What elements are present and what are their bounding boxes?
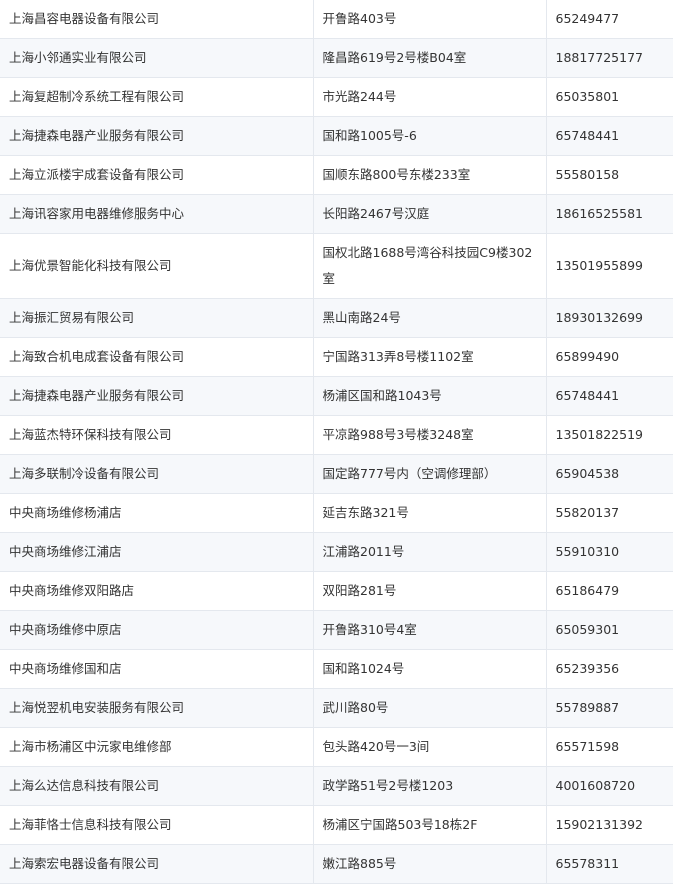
table-row: 中央商场维修杨浦店 延吉东路321号 55820137 <box>0 493 673 533</box>
address-cell: 市光路244号 <box>312 77 547 117</box>
company-name-cell: 中央商场维修国和店 <box>0 649 314 689</box>
company-name-cell: 中央商场维修中原店 <box>0 610 314 650</box>
company-name-cell: 上海蓝杰特环保科技有限公司 <box>0 415 314 455</box>
company-name-cell: 中央商场维修杨浦店 <box>0 493 314 533</box>
company-name-cell: 上海多联制冷设备有限公司 <box>0 454 314 494</box>
address-cell: 国顺东路800号东楼233室 <box>312 155 547 195</box>
table-row: 上海市杨浦区中沅家电维修部 包头路420号一3间 65571598 <box>0 727 673 767</box>
address-cell: 政学路51号2号楼1203 <box>312 766 547 806</box>
address-cell: 平凉路988号3号楼3248室 <box>312 415 547 455</box>
phone-cell: 65035801 <box>545 77 673 117</box>
address-cell: 延吉东路321号 <box>312 493 547 533</box>
phone-cell: 65186479 <box>545 571 673 611</box>
phone-cell: 13501822519 <box>545 415 673 455</box>
company-name-cell: 上海悦翌机电安装服务有限公司 <box>0 688 314 728</box>
phone-cell: 18616525581 <box>545 194 673 234</box>
company-name-cell: 上海立派楼宇成套设备有限公司 <box>0 155 314 195</box>
phone-cell: 65578311 <box>545 844 673 884</box>
table-row: 上海么达信息科技有限公司 政学路51号2号楼1203 4001608720 <box>0 766 673 806</box>
company-name-cell: 中央商场维修双阳路店 <box>0 571 314 611</box>
table-row: 上海索宏电器设备有限公司 嫩江路885号 65578311 <box>0 844 673 884</box>
table-body: 上海昌容电器设备有限公司 开鲁路403号 65249477 上海小邻通实业有限公司 隆昌… <box>0 0 673 884</box>
table-row: 上海昌容电器设备有限公司 开鲁路403号 65249477 <box>0 0 673 39</box>
phone-cell: 55789887 <box>545 688 673 728</box>
company-name-cell: 上海复超制冷系统工程有限公司 <box>0 77 314 117</box>
address-cell: 国和路1024号 <box>312 649 547 689</box>
table-row: 上海振汇贸易有限公司 黑山南路24号 18930132699 <box>0 298 673 338</box>
phone-cell: 65904538 <box>545 454 673 494</box>
table-row: 上海捷森电器产业服务有限公司 杨浦区国和路1043号 65748441 <box>0 376 673 416</box>
company-name-cell: 上海么达信息科技有限公司 <box>0 766 314 806</box>
address-cell: 宁国路313弄8号楼1102室 <box>312 337 547 377</box>
table-row: 上海菲恪士信息科技有限公司 杨浦区宁国路503号18栋2F 15902131392 <box>0 805 673 845</box>
address-cell: 双阳路281号 <box>312 571 547 611</box>
company-name-cell: 上海捷森电器产业服务有限公司 <box>0 376 314 416</box>
table-row: 上海小邻通实业有限公司 隆昌路619号2号楼B04室 18817725177 <box>0 38 673 78</box>
repair-service-table: 上海昌容电器设备有限公司 开鲁路403号 65249477 上海小邻通实业有限公司 隆昌… <box>0 0 673 884</box>
table-row: 中央商场维修中原店 开鲁路310号4室 65059301 <box>0 610 673 650</box>
address-cell: 隆昌路619号2号楼B04室 <box>312 38 547 78</box>
address-cell: 国和路1005号-6 <box>312 116 547 156</box>
address-cell: 杨浦区国和路1043号 <box>312 376 547 416</box>
address-cell: 国定路777号内（空调修理部） <box>312 454 547 494</box>
company-name-cell: 上海讯容家用电器维修服务中心 <box>0 194 314 234</box>
company-name-cell: 上海优景智能化科技有限公司 <box>0 233 314 299</box>
company-name-cell: 上海小邻通实业有限公司 <box>0 38 314 78</box>
phone-cell: 4001608720 <box>545 766 673 806</box>
address-cell: 开鲁路310号4室 <box>312 610 547 650</box>
table-row: 中央商场维修双阳路店 双阳路281号 65186479 <box>0 571 673 611</box>
company-name-cell: 上海菲恪士信息科技有限公司 <box>0 805 314 845</box>
phone-cell: 65571598 <box>545 727 673 767</box>
company-name-cell: 上海索宏电器设备有限公司 <box>0 844 314 884</box>
company-name-cell: 上海市杨浦区中沅家电维修部 <box>0 727 314 767</box>
company-name-cell: 上海振汇贸易有限公司 <box>0 298 314 338</box>
phone-cell: 15902131392 <box>545 805 673 845</box>
company-name-cell: 上海捷森电器产业服务有限公司 <box>0 116 314 156</box>
phone-cell: 18817725177 <box>545 38 673 78</box>
address-cell: 黑山南路24号 <box>312 298 547 338</box>
phone-cell: 65239356 <box>545 649 673 689</box>
address-cell: 杨浦区宁国路503号18栋2F <box>312 805 547 845</box>
company-name-cell: 中央商场维修江浦店 <box>0 532 314 572</box>
phone-cell: 65899490 <box>545 337 673 377</box>
table-row: 中央商场维修国和店 国和路1024号 65239356 <box>0 649 673 689</box>
table-row: 中央商场维修江浦店 江浦路2011号 55910310 <box>0 532 673 572</box>
phone-cell: 18930132699 <box>545 298 673 338</box>
address-cell: 开鲁路403号 <box>312 0 547 39</box>
table-row: 上海悦翌机电安装服务有限公司 武川路80号 55789887 <box>0 688 673 728</box>
table-row: 上海蓝杰特环保科技有限公司 平凉路988号3号楼3248室 13501822519 <box>0 415 673 455</box>
table-row: 上海立派楼宇成套设备有限公司 国顺东路800号东楼233室 55580158 <box>0 155 673 195</box>
table-row: 上海复超制冷系统工程有限公司 市光路244号 65035801 <box>0 77 673 117</box>
phone-cell: 55820137 <box>545 493 673 533</box>
table-row: 上海讯容家用电器维修服务中心 长阳路2467号汉庭 18616525581 <box>0 194 673 234</box>
phone-cell: 65059301 <box>545 610 673 650</box>
table-row: 上海捷森电器产业服务有限公司 国和路1005号-6 65748441 <box>0 116 673 156</box>
company-name-cell: 上海致合机电成套设备有限公司 <box>0 337 314 377</box>
table-row: 上海优景智能化科技有限公司 国权北路1688号湾谷科技园C9楼302室 135019… <box>0 233 673 299</box>
address-cell: 嫩江路885号 <box>312 844 547 884</box>
address-cell: 武川路80号 <box>312 688 547 728</box>
phone-cell: 65249477 <box>545 0 673 39</box>
address-cell: 江浦路2011号 <box>312 532 547 572</box>
phone-cell: 65748441 <box>545 376 673 416</box>
phone-cell: 13501955899 <box>545 233 673 299</box>
company-name-cell: 上海昌容电器设备有限公司 <box>0 0 314 39</box>
phone-cell: 55580158 <box>545 155 673 195</box>
address-cell: 长阳路2467号汉庭 <box>312 194 547 234</box>
table-row: 上海致合机电成套设备有限公司 宁国路313弄8号楼1102室 65899490 <box>0 337 673 377</box>
address-cell: 包头路420号一3间 <box>312 727 547 767</box>
table-row: 上海多联制冷设备有限公司 国定路777号内（空调修理部） 65904538 <box>0 454 673 494</box>
phone-cell: 65748441 <box>545 116 673 156</box>
phone-cell: 55910310 <box>545 532 673 572</box>
address-cell: 国权北路1688号湾谷科技园C9楼302室 <box>312 233 547 299</box>
